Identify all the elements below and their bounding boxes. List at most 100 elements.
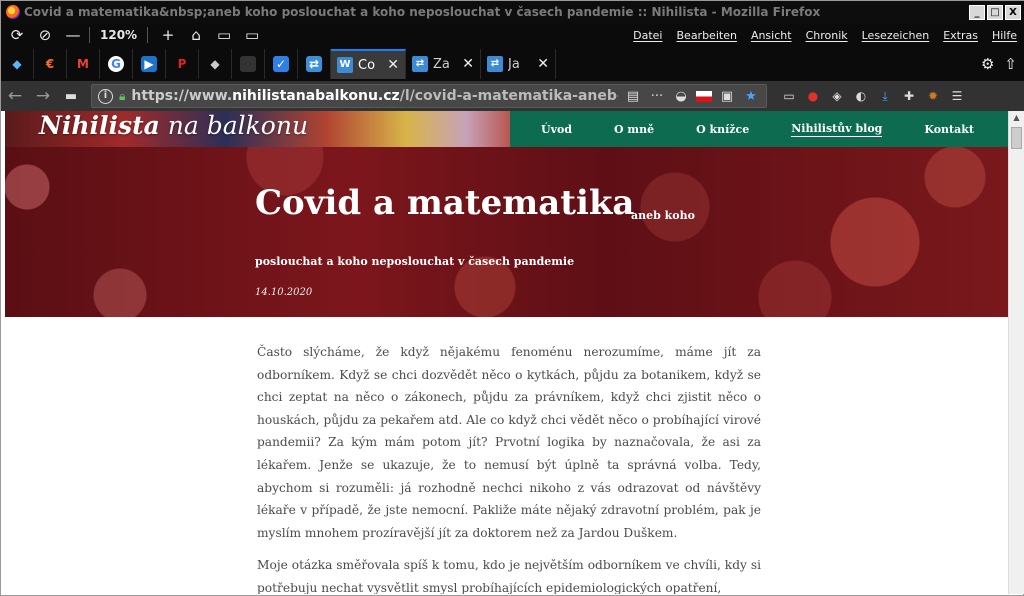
home-icon[interactable]: ⌂ <box>184 24 208 46</box>
extension-icon[interactable]: ▭ <box>777 85 801 107</box>
pinned-tab[interactable]: G <box>100 49 133 79</box>
article-paragraph: Často slýcháme, že když nějakému fenomén… <box>257 345 761 540</box>
menu-hilfe[interactable]: Hilfe <box>992 29 1017 42</box>
euro-icon: € <box>45 57 55 71</box>
menu-chronik[interactable]: Chronik <box>806 29 848 42</box>
separator <box>89 27 90 43</box>
pocket-save-icon[interactable]: ◒ <box>672 89 690 104</box>
navigation-bar: ← → ▬ i 🔒︎ https://www.nihilistanabalkon… <box>1 81 1024 111</box>
tab-bar-actions: ⚙ ⇧ <box>981 55 1017 73</box>
sync-icon: ⇄ <box>412 56 428 72</box>
tab-close-icon[interactable]: ✕ <box>462 56 474 72</box>
menu-ansicht[interactable]: Ansicht <box>751 29 792 42</box>
browser-window: Covid a matematika&nbsp;aneb koho poslou… <box>0 0 1024 596</box>
gem-icon: ◆ <box>210 57 220 71</box>
window-title: Covid a matematika&nbsp;aneb koho poslou… <box>24 5 821 19</box>
url-bar[interactable]: i 🔒︎ https://www.nihilistanabalkonu.cz/l… <box>91 84 767 108</box>
download-icon[interactable]: ⤓ <box>873 85 897 107</box>
upload-icon[interactable]: ⇧ <box>1004 55 1017 73</box>
web-page: Nihilista na balkonu Úvod O mně O knížce… <box>5 111 1008 594</box>
bookmark-list-icon[interactable]: ▣ <box>718 89 736 104</box>
pinned-tab[interactable]: € <box>34 49 67 79</box>
scroll-up-icon[interactable]: ▲ <box>1009 111 1024 125</box>
scrollbar-thumb[interactable] <box>1011 127 1022 149</box>
pocket-icon: P <box>177 57 187 71</box>
no-script-icon[interactable]: ⊘ <box>33 24 57 46</box>
tab-close-icon[interactable]: ✕ <box>387 57 399 73</box>
site-logo[interactable]: Nihilista na balkonu <box>39 111 308 145</box>
tab-active[interactable]: W Co ✕ <box>331 49 406 79</box>
article-date: 14.10.2020 <box>255 287 313 298</box>
article-title: Covid a matematika <box>255 183 635 223</box>
sync-icon: ⇄ <box>487 56 503 72</box>
pinned-tab[interactable]: ✓ <box>265 49 298 79</box>
czech-flag-icon[interactable] <box>696 90 712 102</box>
window-controls: _ □ X <box>969 4 1021 20</box>
identity-icon[interactable]: ▬ <box>57 83 85 109</box>
forward-arrow-icon[interactable]: → <box>29 83 57 109</box>
menu-toolbar: ⟳ ⊘ — 120% + ⌂ ▭ ▭ Datei Bearbeiten Ansi… <box>1 23 1024 47</box>
pinned-tab[interactable]: ◆ <box>199 49 232 79</box>
separator <box>147 27 149 43</box>
maximize-button[interactable]: □ <box>987 4 1003 20</box>
nav-o-knizce[interactable]: O knížce <box>696 123 749 136</box>
pinned-tab[interactable]: ◆ <box>1 49 34 79</box>
minimize-button[interactable]: _ <box>969 4 985 20</box>
extension-icon[interactable]: ◈ <box>825 85 849 107</box>
extension-orange-icon[interactable]: ✹ <box>921 85 945 107</box>
lock-icon[interactable]: 🔒︎ <box>119 89 125 104</box>
article-body: Často slýcháme, že když nějakému fenomén… <box>257 341 761 594</box>
gmail-icon: M <box>77 57 89 71</box>
extension-icon[interactable]: ◐ <box>849 85 873 107</box>
tab[interactable]: ⇄ Za ✕ <box>406 49 481 79</box>
google-icon: G <box>108 56 124 72</box>
reader-view-icon[interactable]: ▤ <box>624 89 642 104</box>
pinned-tab[interactable]: M <box>67 49 100 79</box>
article-hero: Covid a matematika aneb koho poslouchat … <box>5 147 1008 317</box>
tab-label: Ja <box>508 56 520 72</box>
nav-o-mne[interactable]: O mně <box>614 123 654 136</box>
pinned-tab[interactable] <box>232 49 265 79</box>
nav-kontakt[interactable]: Kontakt <box>924 123 974 136</box>
bookmark-star-icon[interactable]: ★ <box>742 89 760 104</box>
tab-label: Co <box>358 57 376 73</box>
settings-gear-icon[interactable]: ⚙ <box>981 55 994 73</box>
article-subtitle: aneb koho <box>631 209 695 222</box>
zoom-out-icon[interactable]: — <box>61 24 85 46</box>
puzzle-icon[interactable]: ✚ <box>897 85 921 107</box>
page-scrollbar[interactable]: ▲ <box>1008 111 1024 594</box>
tab-label: Za <box>433 56 450 72</box>
menu-datei[interactable]: Datei <box>633 29 662 42</box>
nav-nihilistuv-blog[interactable]: Nihilistův blog <box>791 122 883 137</box>
title-bar: Covid a matematika&nbsp;aneb koho poslou… <box>1 1 1024 23</box>
tab-bar: ◆ € M G ▶ P ◆ ✓ ⇄ W Co ✕ ⇄ Za ✕ ⇄ Ja ✕ ⚙… <box>1 47 1024 81</box>
menu-extras[interactable]: Extras <box>943 29 978 42</box>
play-icon: ▶ <box>141 56 157 72</box>
url-text[interactable]: https://www.nihilistanabalkonu.cz/l/covi… <box>131 88 618 104</box>
close-button[interactable]: X <box>1005 4 1021 20</box>
checkbox-icon: ✓ <box>273 56 289 72</box>
menu-bearbeiten[interactable]: Bearbeiten <box>677 29 737 42</box>
menu-lesezeichen[interactable]: Lesezeichen <box>862 29 930 42</box>
zoom-in-icon[interactable]: + <box>156 24 180 46</box>
back-arrow-icon[interactable]: ← <box>1 83 29 109</box>
pinned-tab[interactable]: ⇄ <box>298 49 331 79</box>
zoom-level[interactable]: 120% <box>100 28 137 42</box>
folder-icon[interactable]: ▭ <box>212 24 236 46</box>
firefox-icon <box>6 5 20 19</box>
info-icon[interactable]: i <box>98 88 113 104</box>
more-actions-icon[interactable]: ··· <box>648 89 666 104</box>
wordpress-icon: W <box>337 57 353 73</box>
blank-tab-icon <box>240 56 256 72</box>
article-paragraph: Moje otázka směřovala spíš k tomu, kdo j… <box>257 558 761 594</box>
tab[interactable]: ⇄ Ja ✕ <box>481 49 556 79</box>
nav-uvod[interactable]: Úvod <box>541 123 572 136</box>
diamond-icon: ◆ <box>12 57 22 71</box>
folder-upload-icon[interactable]: ▭ <box>240 24 264 46</box>
extension-red-icon[interactable]: ● <box>801 85 825 107</box>
pinned-tab[interactable]: ▶ <box>133 49 166 79</box>
hamburger-menu-icon[interactable]: ☰ <box>945 85 969 107</box>
reload-icon[interactable]: ⟳ <box>5 24 29 46</box>
tab-close-icon[interactable]: ✕ <box>537 56 549 72</box>
pinned-tab[interactable]: P <box>166 49 199 79</box>
